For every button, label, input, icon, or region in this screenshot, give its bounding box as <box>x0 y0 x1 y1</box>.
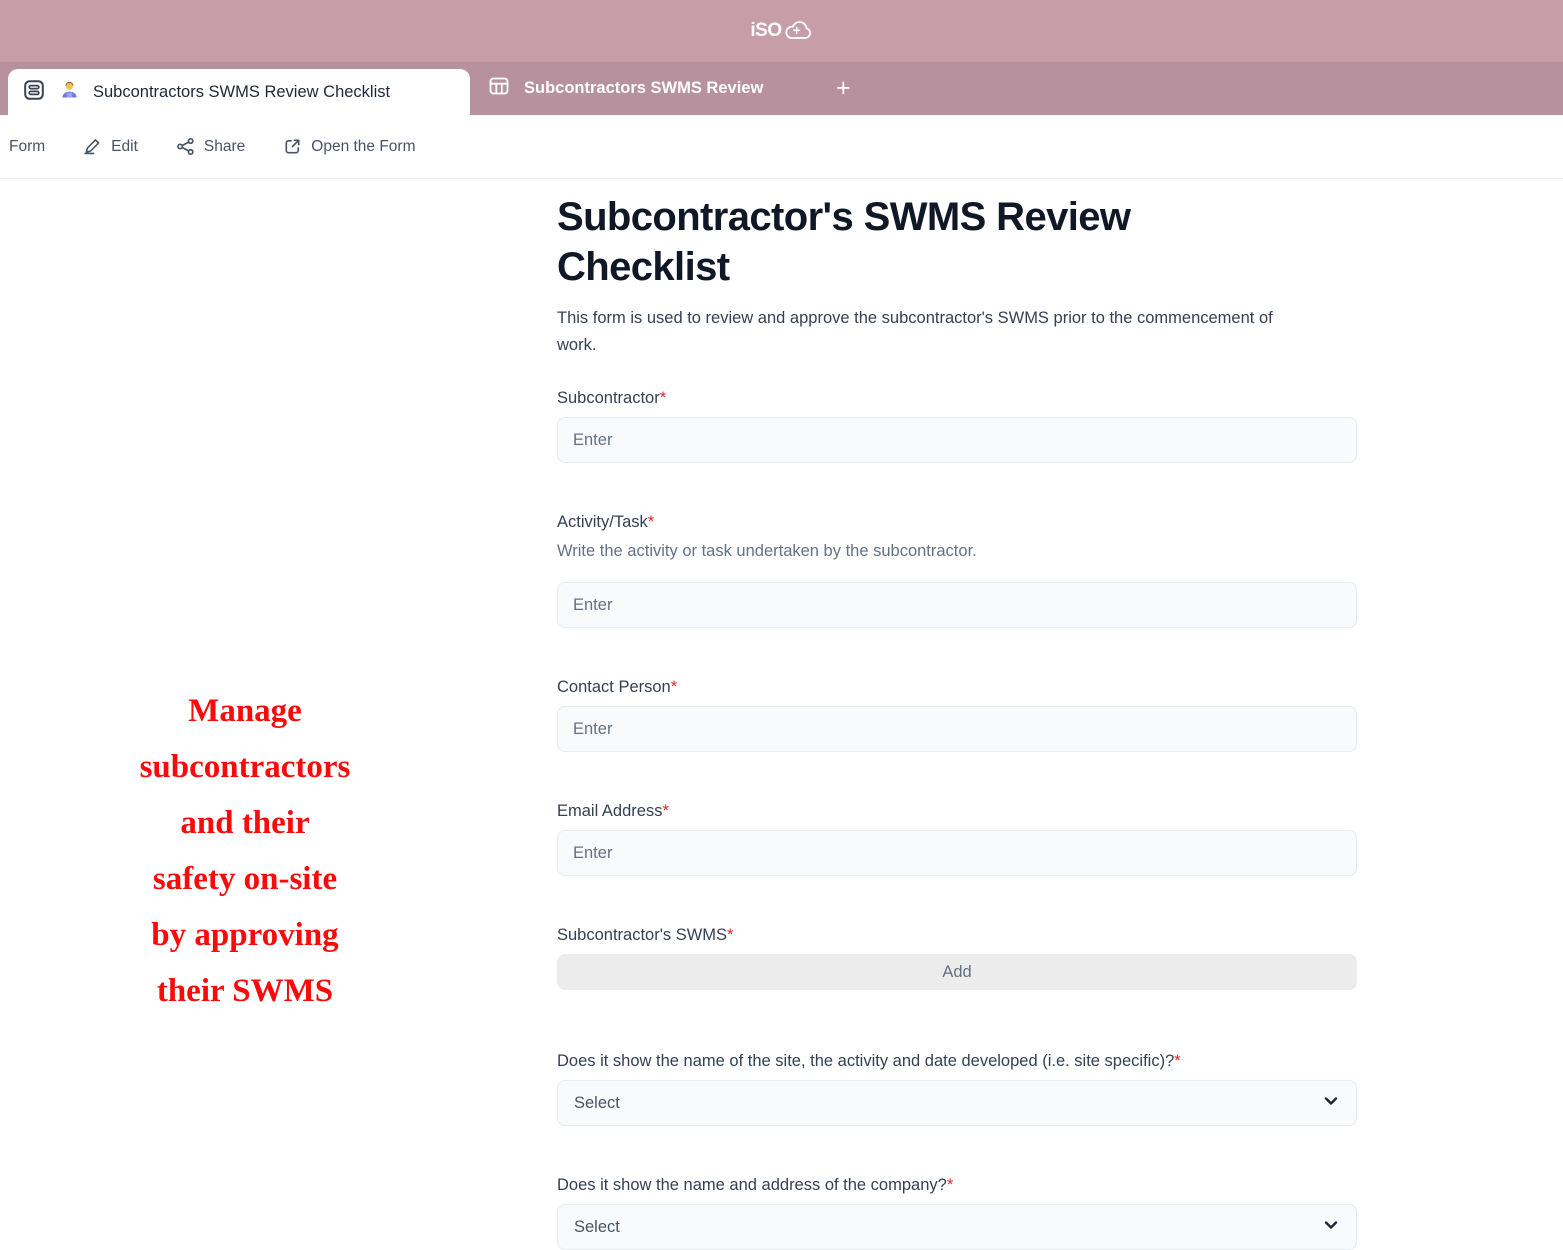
required-marker: * <box>947 1176 953 1194</box>
field-label: Activity/Task* <box>557 513 1357 532</box>
label-text: Does it show the name of the site, the a… <box>557 1052 1174 1070</box>
open-form-label: Open the Form <box>311 138 415 156</box>
annotation-line: and their <box>60 795 430 851</box>
form-description: This form is used to review and approve … <box>557 305 1287 359</box>
label-text: Subcontractor <box>557 389 660 407</box>
red-annotation-text: Manage subcontractors and their safety o… <box>60 683 430 1019</box>
label-text: Email Address <box>557 802 662 820</box>
share-label: Share <box>204 138 245 156</box>
field-activity-task: Activity/Task* Write the activity or tas… <box>557 513 1357 628</box>
contact-person-input[interactable] <box>557 706 1357 752</box>
field-label: Does it show the name and address of the… <box>557 1176 1357 1195</box>
field-label: Email Address* <box>557 802 1357 821</box>
required-marker: * <box>662 802 668 820</box>
site-specific-select[interactable]: Select <box>557 1080 1357 1126</box>
tab-swms-review-table[interactable]: Subcontractors SWMS Review <box>487 62 763 115</box>
field-label: Subcontractor's SWMS* <box>557 926 1357 945</box>
worker-avatar-icon <box>59 79 80 105</box>
chevron-down-icon <box>1322 1216 1340 1239</box>
annotation-line: Manage <box>60 683 430 739</box>
select-placeholder: Select <box>574 1094 620 1113</box>
logo-plus: + <box>793 22 801 38</box>
annotation-line: by approving <box>60 907 430 963</box>
logo-text: iSO <box>750 20 781 42</box>
form-icon <box>22 78 46 107</box>
app-header: iSO + <box>0 0 1563 62</box>
form-menu-label[interactable]: Form <box>9 138 45 156</box>
field-label: Contact Person* <box>557 678 1357 697</box>
add-tab-button[interactable]: + <box>826 62 861 115</box>
form-body: Subcontractor's SWMS Review Checklist Th… <box>557 179 1357 1250</box>
tab-label: Subcontractors SWMS Review <box>524 79 763 98</box>
edit-label: Edit <box>111 138 138 156</box>
annotation-line: safety on-site <box>60 851 430 907</box>
form-title: Subcontractor's SWMS Review Checklist <box>557 192 1302 292</box>
required-marker: * <box>1174 1052 1180 1070</box>
form-toolbar: Form Edit Share <box>0 115 1563 179</box>
label-text: Subcontractor's SWMS <box>557 926 727 944</box>
field-email-address: Email Address* <box>557 802 1357 876</box>
field-site-specific-question: Does it show the name of the site, the a… <box>557 1052 1357 1126</box>
pencil-icon <box>82 136 103 157</box>
open-form-button[interactable]: Open the Form <box>282 136 415 157</box>
label-text: Activity/Task <box>557 513 648 531</box>
select-placeholder: Select <box>574 1218 620 1237</box>
label-text: Does it show the name and address of the… <box>557 1176 947 1194</box>
label-text: Contact Person <box>557 678 671 696</box>
field-subcontractor: Subcontractor* <box>557 389 1357 463</box>
field-help-text: Write the activity or task undertaken by… <box>557 542 1357 561</box>
chevron-down-icon <box>1322 1092 1340 1115</box>
add-file-button[interactable]: Add <box>557 954 1357 990</box>
form-label: Form <box>9 138 45 156</box>
required-marker: * <box>648 513 654 531</box>
annotation-line: subcontractors <box>60 739 430 795</box>
activity-task-input[interactable] <box>557 582 1357 628</box>
form-preview-area: Manage subcontractors and their safety o… <box>0 179 1563 1250</box>
required-marker: * <box>671 678 677 696</box>
company-name-select[interactable]: Select <box>557 1204 1357 1250</box>
field-label: Does it show the name of the site, the a… <box>557 1052 1357 1071</box>
field-contact-person: Contact Person* <box>557 678 1357 752</box>
share-button[interactable]: Share <box>175 136 245 157</box>
field-company-name-question: Does it show the name and address of the… <box>557 1176 1357 1250</box>
required-marker: * <box>727 926 733 944</box>
table-icon <box>487 74 511 103</box>
field-subcontractors-swms: Subcontractor's SWMS* Add <box>557 926 1357 990</box>
tab-label: Subcontractors SWMS Review Checklist <box>93 83 390 102</box>
share-icon <box>175 136 196 157</box>
tab-swms-review-checklist[interactable]: Subcontractors SWMS Review Checklist <box>8 69 470 115</box>
subcontractor-input[interactable] <box>557 417 1357 463</box>
external-link-icon <box>282 136 303 157</box>
annotation-line: their SWMS <box>60 963 430 1019</box>
edit-button[interactable]: Edit <box>82 136 138 157</box>
required-marker: * <box>660 389 666 407</box>
cloud-icon: + <box>783 19 813 43</box>
tab-bar: Subcontractors SWMS Review Checklist Sub… <box>0 62 1563 115</box>
email-address-input[interactable] <box>557 830 1357 876</box>
isoplus-logo: iSO + <box>750 19 812 43</box>
field-label: Subcontractor* <box>557 389 1357 408</box>
